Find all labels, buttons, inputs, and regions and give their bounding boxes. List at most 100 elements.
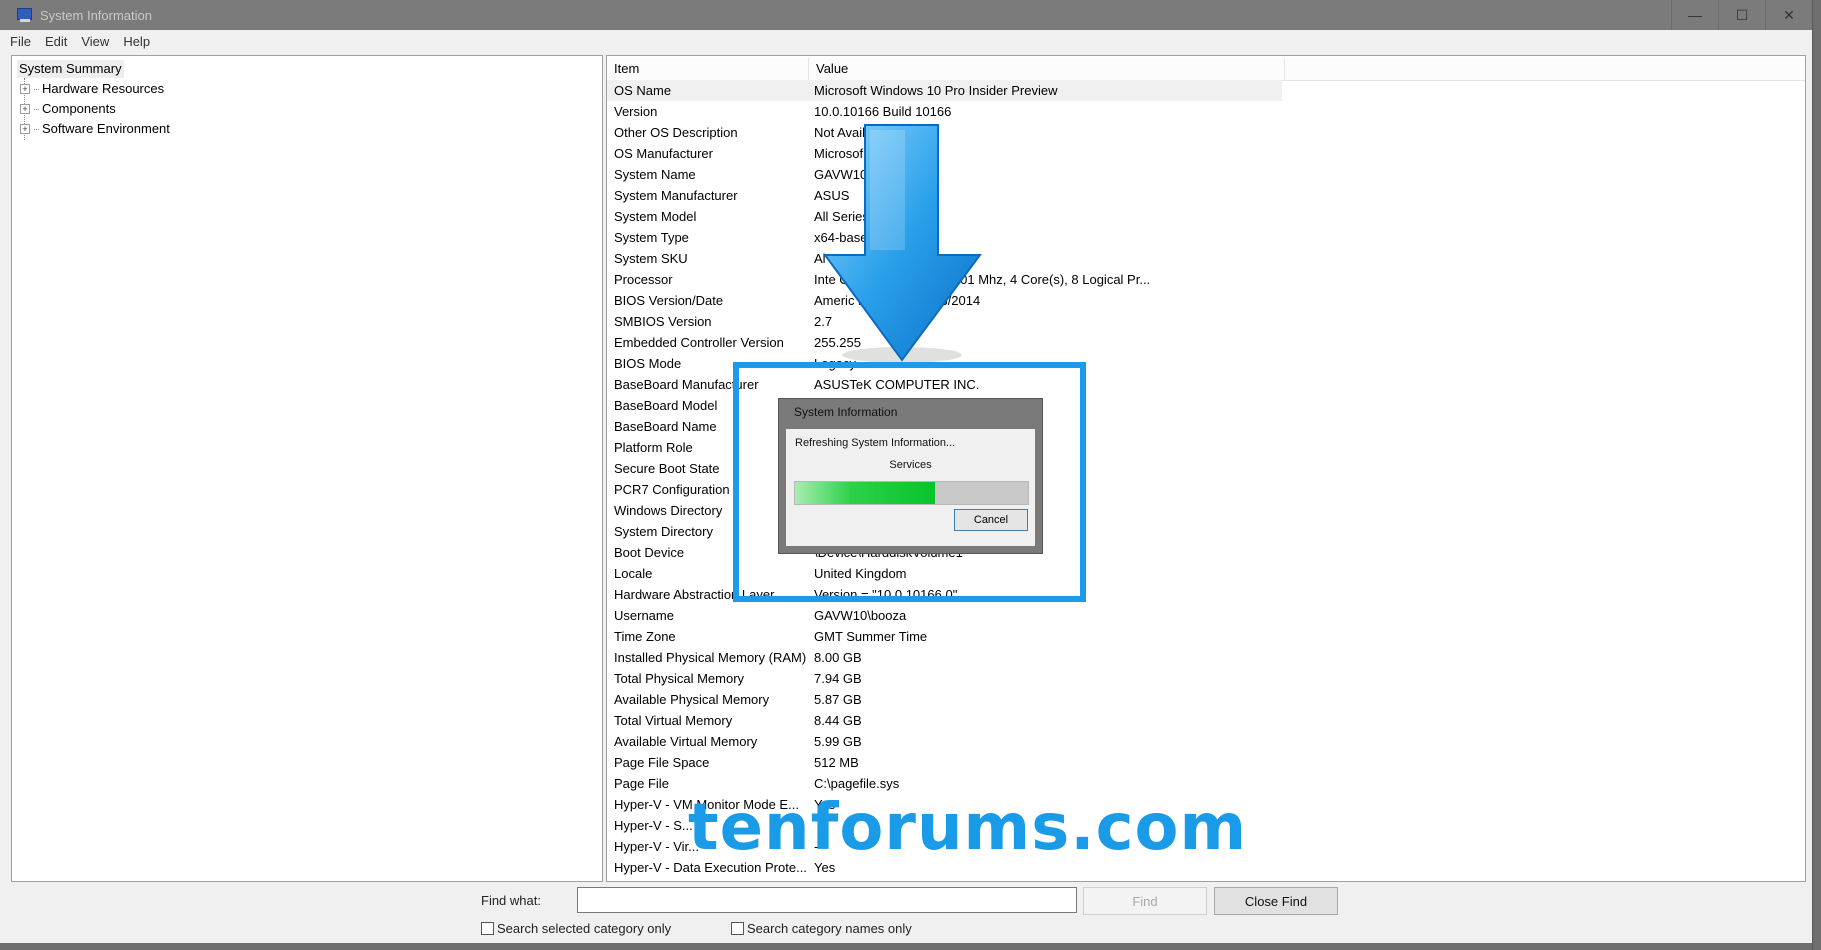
dialog-current-item: Services: [889, 459, 932, 471]
title-bar[interactable]: System Information — ☐ ✕: [0, 0, 1812, 30]
dialog-title: System Information: [794, 405, 898, 419]
expand-icon[interactable]: +: [20, 84, 30, 94]
menu-file[interactable]: File: [10, 34, 31, 49]
table-row[interactable]: OS Name Microsoft Windows 10 Pro Insider …: [607, 80, 1282, 101]
table-row[interactable]: System Name GAVW10: [607, 164, 1805, 185]
cell-item: OS Manufacturer: [614, 146, 713, 161]
find-what-label: Find what:: [481, 893, 541, 908]
table-row[interactable]: System SKU Al: [607, 248, 1805, 269]
progress-bar: [794, 481, 1029, 505]
cell-value: 512 MB: [814, 755, 859, 770]
search-selected-category-checkbox[interactable]: Search selected category only: [481, 921, 671, 936]
tree-item-label: Hardware Resources: [42, 81, 165, 96]
cell-item: Embedded Controller Version: [614, 335, 784, 350]
find-what-input[interactable]: [577, 887, 1077, 913]
checkbox-label: Search category names only: [747, 921, 912, 936]
cell-value: GAVW10\booza: [814, 608, 907, 623]
tree-item-software-environment[interactable]: + Software Environment: [20, 120, 170, 138]
table-row[interactable]: Available Physical Memory 5.87 GB: [607, 689, 1805, 710]
tree-item-system-summary[interactable]: System Summary: [17, 60, 124, 78]
table-row[interactable]: Page File Space 512 MB: [607, 752, 1805, 773]
find-button[interactable]: Find: [1083, 887, 1207, 915]
cell-item: Total Physical Memory: [614, 671, 745, 686]
close-button[interactable]: ✕: [1765, 0, 1812, 30]
cell-item: Page File Space: [614, 755, 710, 770]
cell-item: System Manufacturer: [614, 188, 738, 203]
table-row[interactable]: BIOS Version/DateAmeric nc. 2004, 03/06/…: [607, 290, 1805, 311]
cell-value: 8.00 GB: [814, 650, 862, 665]
expand-icon[interactable]: +: [20, 104, 30, 114]
progress-fill: [795, 482, 935, 504]
cell-value: Microsoft Windows 10 Pro Insider Preview: [814, 83, 1058, 98]
table-row[interactable]: Total Physical Memory 7.94 GB: [607, 668, 1805, 689]
table-row[interactable]: Processor Inte CPU @ 4.00GHz, 4001 Mhz, 4…: [607, 269, 1805, 290]
cell-item: Available Physical Memory: [614, 692, 770, 707]
system-information-icon: [17, 8, 33, 22]
table-row[interactable]: Installed Physical Memory (RAM) 8.00 GB: [607, 647, 1805, 668]
cell-item: Username: [614, 608, 674, 623]
cell-item: BIOS Version/Date: [614, 293, 724, 308]
menu-edit[interactable]: Edit: [45, 34, 67, 49]
cell-value: 8.44 GB: [814, 713, 862, 728]
cell-item: Time Zone: [614, 629, 676, 644]
column-header-item[interactable]: Item: [607, 58, 809, 80]
cell-item: System Model: [614, 209, 697, 224]
checkbox-box[interactable]: [731, 922, 744, 935]
close-icon: ✕: [1783, 6, 1795, 23]
refresh-dialog: System Information Refreshing System Inf…: [778, 398, 1043, 554]
menu-help[interactable]: Help: [123, 34, 150, 49]
cell-item: Processor: [614, 272, 673, 287]
maximize-button[interactable]: ☐: [1718, 0, 1765, 30]
watermark: tenforums.com: [688, 791, 1248, 865]
cell-item: System Name: [614, 167, 696, 182]
table-row[interactable]: Other OS Description Not Avail: [607, 122, 1805, 143]
close-find-button[interactable]: Close Find: [1214, 887, 1338, 915]
find-bar: Find what: Find Close Find Search select…: [0, 883, 1812, 943]
window-title: System Information: [40, 7, 152, 23]
cell-item: System Type: [614, 230, 689, 245]
cell-value: 5.87 GB: [814, 692, 862, 707]
cell-item: Available Virtual Memory: [614, 734, 758, 749]
window-bottom-border: [0, 943, 1812, 950]
tree-item-hardware-resources[interactable]: + Hardware Resources: [20, 80, 164, 98]
tree-item-label: Components: [42, 101, 116, 116]
tree-item-components[interactable]: + Components: [20, 100, 116, 118]
expand-icon[interactable]: +: [20, 124, 30, 134]
minimize-button[interactable]: —: [1671, 0, 1718, 30]
table-row[interactable]: Available Virtual Memory 5.99 GB: [607, 731, 1805, 752]
table-row[interactable]: System Model All Series: [607, 206, 1805, 227]
list-header: Item Value: [607, 58, 1805, 81]
cell-item: Version: [614, 104, 658, 119]
table-row[interactable]: Username GAVW10\booza: [607, 605, 1805, 626]
maximize-icon: ☐: [1735, 6, 1749, 23]
column-header-value[interactable]: Value: [809, 58, 1285, 80]
checkbox-label: Search selected category only: [497, 921, 672, 936]
table-row[interactable]: System Manufacturer ASUS: [607, 185, 1805, 206]
cell-item: Installed Physical Memory (RAM): [614, 650, 807, 665]
down-arrow-icon: [823, 124, 982, 363]
table-row[interactable]: Time Zone GMT Summer Time: [607, 626, 1805, 647]
table-row[interactable]: System Type x64-base: [607, 227, 1805, 248]
dialog-message: Refreshing System Information...: [795, 437, 956, 449]
cancel-button[interactable]: Cancel: [954, 509, 1028, 531]
dialog-body: Refreshing System Information... Service…: [786, 429, 1035, 546]
table-row[interactable]: Embedded Controller Version 255.255: [607, 332, 1805, 353]
cell-value: 10.0.10166 Build 10166: [814, 104, 952, 119]
checkbox-box[interactable]: [481, 922, 494, 935]
cell-item: System SKU: [614, 251, 688, 266]
tree-item-label: Software Environment: [42, 121, 170, 136]
cell-item: SMBIOS Version: [614, 314, 712, 329]
menu-bar: File Edit View Help: [0, 30, 1812, 52]
cell-value: 7.94 GB: [814, 671, 862, 686]
cell-value: GMT Summer Time: [814, 629, 928, 644]
minimize-icon: —: [1688, 7, 1702, 23]
cell-item: Other OS Description: [614, 125, 738, 140]
table-row[interactable]: Total Virtual Memory 8.44 GB: [607, 710, 1805, 731]
search-category-names-checkbox[interactable]: Search category names only: [731, 921, 912, 936]
table-row[interactable]: Version 10.0.10166 Build 10166: [607, 101, 1805, 122]
table-row[interactable]: OS Manufacturer Microsof n: [607, 143, 1805, 164]
cell-item: OS Name: [614, 83, 672, 98]
category-tree[interactable]: System Summary + Hardware Resources + Co…: [11, 55, 603, 882]
table-row[interactable]: SMBIOS Version 2.7: [607, 311, 1805, 332]
menu-view[interactable]: View: [81, 34, 109, 49]
